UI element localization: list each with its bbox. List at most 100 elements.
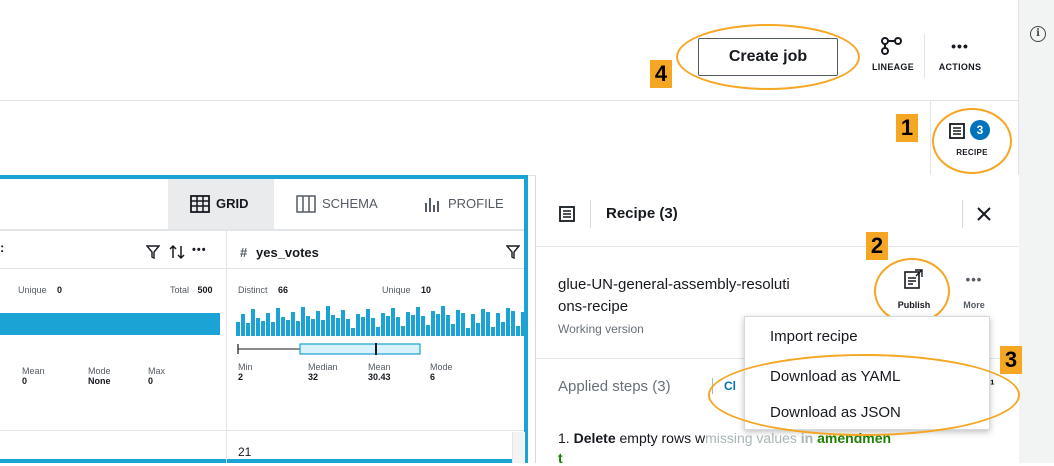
col2-stat-mode: Mode 6	[430, 362, 453, 382]
annotation-badge-4: 4	[650, 60, 672, 88]
tab-schema[interactable]: SCHEMA	[290, 179, 400, 229]
highlight-create-job	[676, 24, 860, 90]
histogram-bar	[301, 307, 305, 336]
recipe-list-icon	[559, 206, 575, 222]
histogram-bar	[416, 307, 420, 336]
col2-unique: Unique 10	[382, 285, 431, 295]
table-cell: 21	[238, 445, 252, 459]
histogram-bar	[316, 311, 320, 336]
tab-profile-label: PROFILE	[448, 196, 504, 211]
filter-icon[interactable]	[146, 245, 160, 259]
info-icon[interactable]: i	[1030, 26, 1046, 42]
col2-stat-mean: Mean 30.43	[368, 362, 391, 382]
tab-grid-label: GRID	[216, 196, 249, 211]
histogram-bar	[496, 313, 500, 336]
applied-steps-label: Applied steps (3)	[558, 378, 671, 395]
menu-item-import-recipe[interactable]: Import recipe	[770, 328, 858, 345]
histogram-bar	[386, 316, 390, 336]
col1-name-fragment: :	[0, 240, 5, 255]
tab-schema-label: SCHEMA	[322, 196, 378, 211]
recipe-panel-title: Recipe (3)	[606, 205, 678, 222]
histogram-bar	[471, 314, 475, 336]
col2-boxplot	[237, 343, 421, 355]
histogram-bar	[341, 310, 345, 336]
histogram-bar	[271, 322, 275, 336]
col1-stat-max: Max 0	[148, 366, 166, 386]
histogram-bar	[326, 306, 330, 336]
sort-icon[interactable]	[168, 244, 186, 260]
col2-distinct: Distinct 66	[238, 285, 288, 295]
data-row-divider	[0, 430, 524, 431]
annotation-badge-3: 3	[1000, 346, 1022, 374]
highlight-publish	[874, 258, 950, 324]
histogram-bar	[456, 310, 460, 336]
histogram-bar	[481, 309, 485, 336]
histogram-bar	[366, 309, 370, 336]
annotation-badge-2: 2	[866, 232, 888, 260]
histogram-bar	[286, 320, 290, 336]
histogram-bar	[436, 314, 440, 336]
histogram-bar	[276, 308, 280, 336]
column-stats-divider	[0, 268, 524, 269]
recipe-name-line1: glue-UN-general-assembly-resoluti	[558, 276, 790, 293]
histogram-bar	[296, 321, 300, 336]
histogram-bar	[501, 322, 505, 336]
actions-label: ACTIONS	[938, 62, 982, 72]
col1-stat-mean: Mean 0	[22, 366, 45, 386]
recipe-step-1-continued: t	[558, 450, 563, 466]
histogram-bar	[476, 323, 480, 336]
column-header-divider	[0, 230, 524, 231]
schema-icon	[296, 195, 316, 213]
col1-stat-mode: Mode None	[88, 366, 111, 386]
histogram-bar	[241, 314, 245, 336]
histogram-bar	[311, 319, 315, 336]
recipe-header-divider	[536, 246, 1018, 247]
histogram-bar	[506, 308, 510, 336]
histogram-bar	[421, 316, 425, 336]
histogram-bar	[491, 327, 495, 336]
histogram-bar	[461, 313, 465, 336]
lineage-icon	[881, 37, 902, 55]
histogram-bar	[406, 312, 410, 336]
histogram-bar	[401, 326, 405, 336]
highlight-recipe	[932, 108, 1012, 174]
histogram-bar	[246, 323, 250, 336]
histogram-bar	[431, 311, 435, 336]
more-dots-icon: •••	[951, 38, 969, 54]
filter-icon[interactable]	[506, 245, 520, 259]
lineage-button[interactable]: LINEAGE	[868, 34, 918, 78]
recipe-name-line2: ons-recipe	[558, 298, 629, 315]
toolbar-separator	[924, 34, 925, 78]
more-dots-icon: •••	[965, 272, 983, 287]
histogram-bar	[521, 312, 525, 336]
right-side-strip	[1018, 0, 1054, 463]
tab-grid[interactable]: GRID	[168, 179, 274, 229]
lineage-label: LINEAGE	[871, 62, 915, 72]
actions-button[interactable]: ••• ACTIONS	[930, 34, 990, 78]
more-button[interactable]: ••• More	[954, 266, 994, 316]
histogram-bar	[336, 318, 340, 336]
histogram-bar	[281, 317, 285, 336]
histogram-bar	[466, 328, 470, 336]
histogram-bar	[371, 318, 375, 336]
recipe-header-separator	[590, 200, 591, 228]
vertical-scrollbar[interactable]	[512, 432, 525, 463]
histogram-bar	[356, 314, 360, 336]
more-label: More	[963, 300, 985, 310]
histogram-bar	[446, 315, 450, 336]
col1-total: Total 500	[170, 285, 213, 295]
histogram-bar	[361, 317, 365, 336]
col2-stat-median: Median 32	[308, 362, 338, 382]
tab-profile[interactable]: PROFILE	[420, 179, 520, 229]
histogram-bar	[451, 324, 455, 336]
histogram-bar	[256, 318, 260, 336]
histogram-bar	[321, 320, 325, 336]
col1-menu-icon[interactable]: •••	[192, 244, 207, 256]
column-divider	[226, 231, 227, 463]
histogram-bar	[236, 322, 240, 336]
close-separator	[962, 200, 963, 228]
histogram-bar	[396, 317, 400, 336]
histogram-bar	[351, 328, 355, 336]
col2-stat-min: Min 2	[238, 362, 253, 382]
close-icon[interactable]	[976, 206, 992, 222]
